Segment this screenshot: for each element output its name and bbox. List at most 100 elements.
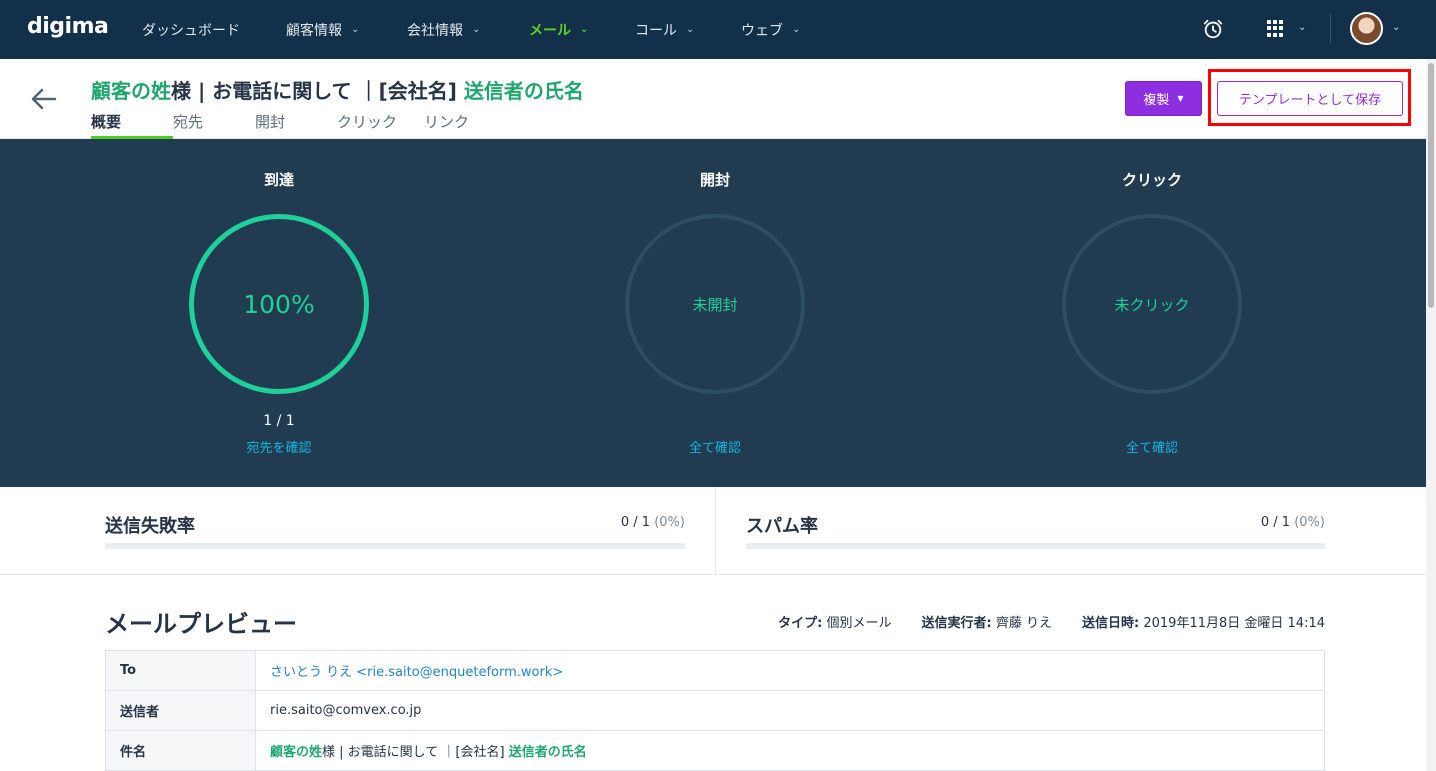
meta-value: 2019年11月8日 金曜日 14:14 (1143, 616, 1325, 631)
meta-label: 送信実行者: (921, 616, 992, 631)
nav-mail[interactable]: メール ⌄ (529, 20, 635, 40)
detail-tabs: 概要 宛先 開封 クリック リンク (91, 111, 506, 139)
failure-rate: 送信失敗率 0 / 1 (0%) (105, 487, 685, 575)
tab-label: 概要 (91, 113, 122, 131)
merge-tag-sender-name: 送信者の氏名 (508, 745, 587, 760)
save-template-label: テンプレートとして保存 (1238, 93, 1382, 108)
caret-down-icon: ▼ (1177, 94, 1184, 103)
mail-meta: タイプ: 個別メール 送信実行者: 齊藤 りえ 送信日時: 2019年11月8日… (748, 612, 1325, 631)
to-value: さいとう りえ <rie.saito@enqueteform.work> (255, 650, 1325, 691)
view-all-clicks-link[interactable]: 全て確認 (1002, 437, 1302, 456)
mail-detail-header: 顧客の姓様 | お電話に関して ｜[会社名] 送信者の氏名 概要 宛先 開封 ク… (0, 59, 1426, 139)
table-row: 件名 顧客の姓様 | お電話に関して ｜[会社名] 送信者の氏名 (105, 730, 1325, 771)
recipient-link[interactable]: さいとう りえ <rie.saito@enqueteform.work> (270, 665, 563, 680)
vertical-scrollbar[interactable] (1426, 59, 1436, 771)
chevron-down-icon: ⌄ (686, 24, 695, 35)
view-recipients-link[interactable]: 宛先を確認 (129, 437, 429, 456)
tab-label: 宛先 (173, 113, 204, 131)
rate-percent: (0%) (654, 515, 685, 530)
tab-links[interactable]: リンク (424, 111, 506, 139)
view-all-opens-link[interactable]: 全て確認 (565, 437, 865, 456)
ring-value: 100% (243, 289, 315, 319)
rate-progress-bar (105, 543, 685, 549)
table-row: To さいとう りえ <rie.saito@enqueteform.work> (105, 650, 1325, 691)
meta-sender: 送信実行者: 齊藤 りえ (922, 612, 1052, 631)
duplicate-button[interactable]: 複製 ▼ (1125, 81, 1202, 116)
divider (715, 487, 716, 575)
stat-title: 到達 (263, 171, 294, 189)
mail-header-table: To さいとう りえ <rie.saito@enqueteform.work> … (105, 650, 1325, 771)
tab-overview[interactable]: 概要 (91, 111, 173, 139)
meta-value: 個別メール (826, 616, 892, 631)
to-label: To (105, 650, 256, 691)
tab-opens[interactable]: 開封 (255, 111, 337, 139)
rates-section: 送信失敗率 0 / 1 (0%) スパム率 0 / 1 (0%) (0, 487, 1426, 575)
stat-title: 開封 (699, 171, 730, 189)
nav-call[interactable]: コール ⌄ (635, 20, 741, 40)
nav-customer-info[interactable]: 顧客情報 ⌄ (286, 20, 407, 40)
chevron-down-icon[interactable]: ⌄ (1392, 22, 1400, 33)
mail-title: 顧客の姓様 | お電話に関して ｜[会社名] 送信者の氏名 (91, 75, 584, 104)
tab-label: クリック (337, 113, 398, 131)
progress-ring: 未クリック (1062, 214, 1242, 394)
chevron-down-icon: ⌄ (580, 24, 589, 35)
rate-progress-bar (746, 543, 1325, 549)
rate-value: 0 / 1 (0%) (621, 515, 685, 530)
progress-ring: 未開封 (625, 214, 805, 394)
chevron-down-icon: ⌄ (792, 24, 801, 35)
chevron-down-icon: ⌄ (351, 24, 360, 35)
progress-ring: 100% (189, 214, 369, 394)
nav-label: 会社情報 (407, 22, 463, 39)
save-as-template-button[interactable]: テンプレートとして保存 (1217, 81, 1403, 116)
rate-title: スパム率 (746, 516, 818, 537)
stat-opened: 開封 未開封 全て確認 (565, 139, 865, 487)
ring-value: 未開封 (692, 295, 738, 314)
nav-divider (1330, 14, 1331, 44)
scrollbar-thumb[interactable] (1428, 63, 1434, 308)
back-arrow-icon[interactable] (30, 87, 58, 111)
ring-value: 未クリック (1114, 295, 1190, 314)
chevron-down-icon: ⌄ (472, 24, 481, 35)
table-row: 送信者 rie.saito@comvex.co.jp (105, 690, 1325, 731)
duplicate-label: 複製 (1143, 93, 1170, 108)
mail-preview-title: メールプレビュー (105, 610, 297, 638)
stat-count: 1 / 1 (263, 413, 295, 429)
chevron-down-icon[interactable]: ⌄ (1298, 22, 1306, 33)
merge-tag-sender-name: 送信者の氏名 (463, 79, 584, 103)
digima-logo[interactable]: digima (27, 14, 109, 39)
nav-web[interactable]: ウェブ ⌄ (741, 20, 841, 40)
from-label: 送信者 (105, 690, 256, 731)
stat-title: クリック (1121, 171, 1182, 189)
user-avatar[interactable] (1350, 12, 1383, 45)
meta-label: タイプ: (778, 616, 823, 631)
stat-clicked: クリック 未クリック 全て確認 (1002, 139, 1302, 487)
tab-label: リンク (424, 113, 470, 131)
tab-label: 開封 (255, 113, 286, 131)
nav-label: ダッシュボード (142, 22, 240, 39)
rate-value: 0 / 1 (0%) (1261, 515, 1325, 530)
meta-date: 送信日時: 2019年11月8日 金曜日 14:14 (1082, 612, 1325, 631)
rate-percent: (0%) (1294, 515, 1325, 530)
nav-label: ウェブ (741, 22, 783, 39)
merge-tag-last-name: 顧客の姓 (270, 745, 323, 760)
delivery-stats-panel: 到達 100% 1 / 1 宛先を確認 開封 未開封 全て確認 クリック 未クリ… (0, 139, 1426, 487)
nav-label: コール (635, 22, 677, 39)
meta-value: 齊藤 りえ (995, 616, 1053, 631)
tab-recipients[interactable]: 宛先 (173, 111, 255, 139)
nav-label: 顧客情報 (286, 22, 342, 39)
main-nav: ダッシュボード 顧客情報 ⌄ 会社情報 ⌄ メール ⌄ コール ⌄ ウェブ ⌄ (142, 0, 841, 59)
subject-label: 件名 (105, 730, 256, 771)
alarm-clock-icon[interactable] (1202, 18, 1224, 40)
spam-rate: スパム率 0 / 1 (0%) (746, 487, 1325, 575)
stat-delivered: 到達 100% 1 / 1 宛先を確認 (129, 139, 429, 487)
nav-label: メール (529, 22, 571, 39)
nav-company-info[interactable]: 会社情報 ⌄ (407, 20, 529, 40)
meta-label: 送信日時: (1082, 616, 1140, 631)
rate-title: 送信失敗率 (105, 516, 195, 537)
apps-grid-icon[interactable] (1267, 20, 1284, 37)
rate-count: 0 / 1 (620, 515, 651, 530)
tab-clicks[interactable]: クリック (337, 111, 424, 139)
nav-dashboard[interactable]: ダッシュボード (142, 20, 286, 40)
subject-value: 顧客の姓様 | お電話に関して ｜[会社名] 送信者の氏名 (255, 730, 1325, 771)
top-navbar: digima ダッシュボード 顧客情報 ⌄ 会社情報 ⌄ メール ⌄ コール ⌄ ウェブ… (0, 0, 1436, 59)
